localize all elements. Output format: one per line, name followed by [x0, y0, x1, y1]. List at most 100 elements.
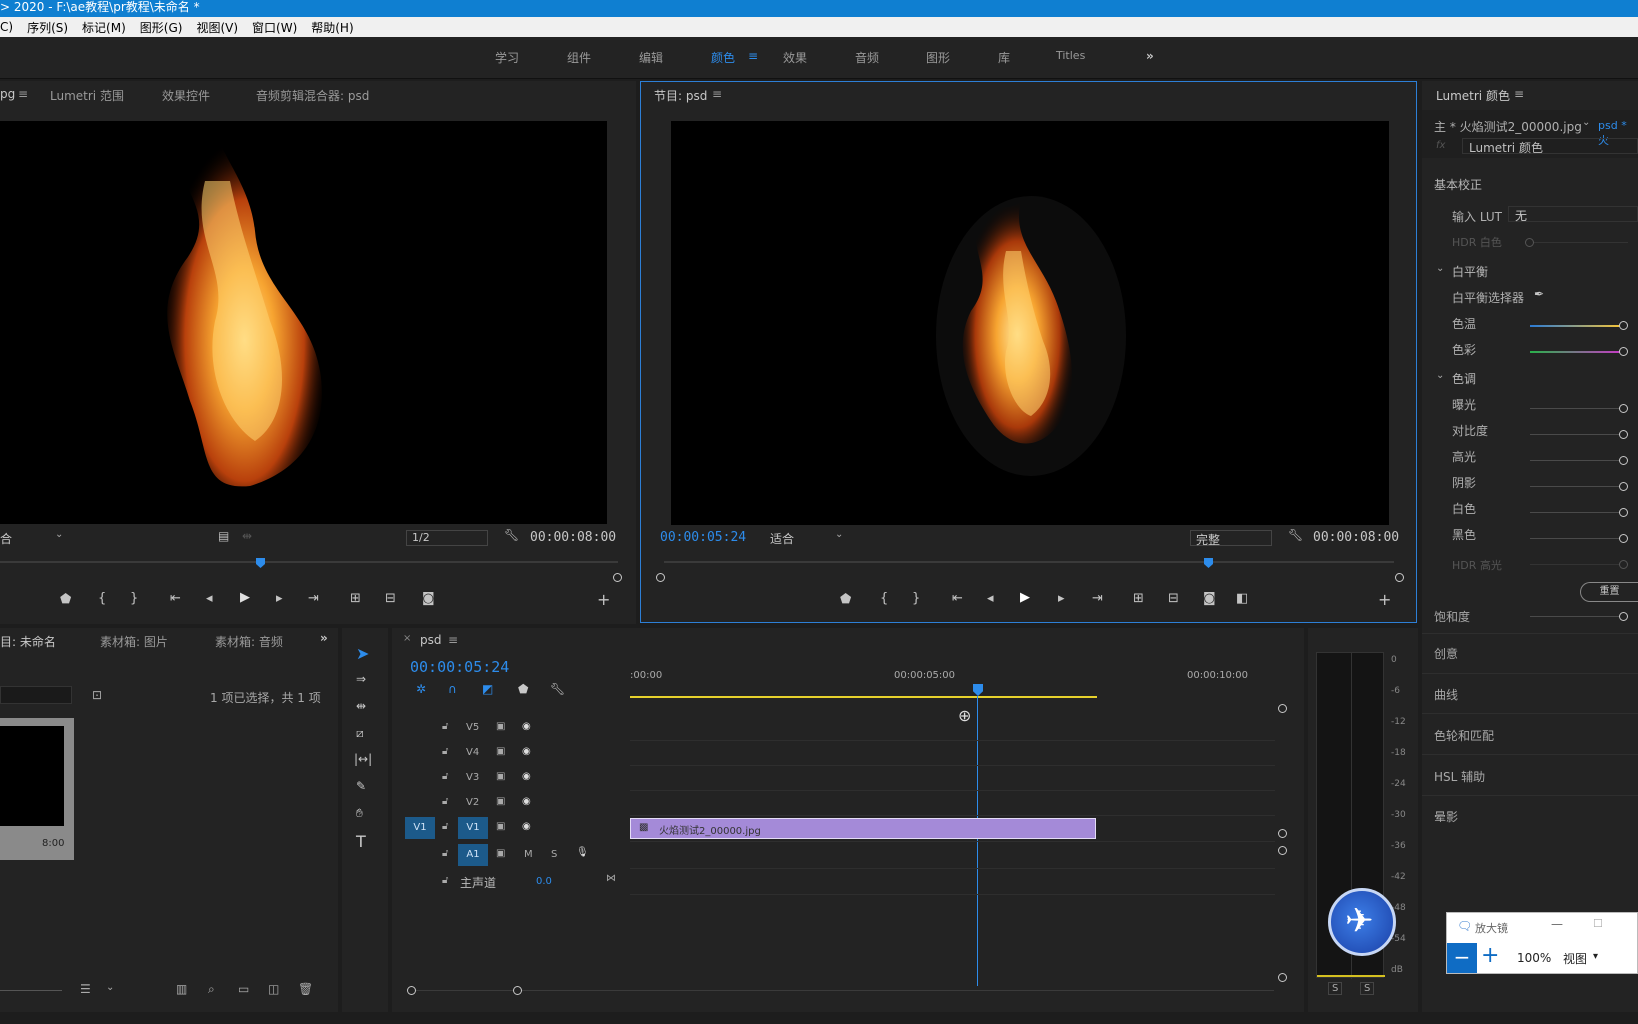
source-patch-v1[interactable]: V1 — [405, 817, 435, 839]
new-bin-icon[interactable]: ▭ — [238, 982, 249, 996]
vertical-scroll-knob[interactable] — [1278, 973, 1287, 982]
track-target-v1[interactable]: V1 — [458, 817, 488, 839]
tab-project[interactable]: 目: 未命名 — [0, 633, 56, 650]
source-quality-select[interactable]: 1/2 — [406, 530, 488, 546]
menu-item[interactable]: 标记(M) — [82, 19, 126, 36]
contrast-slider[interactable] — [1530, 434, 1620, 435]
track-select-icon[interactable]: ⇒ — [356, 672, 366, 686]
add-marker-icon[interactable]: ⬟ — [518, 682, 528, 696]
ws-editing[interactable]: 编辑 — [639, 49, 663, 66]
chevron-down-icon[interactable]: ⌄ — [1436, 263, 1444, 274]
tab-source[interactable]: pg — [0, 87, 15, 101]
exposure-slider[interactable] — [1530, 408, 1620, 409]
program-quality-select[interactable]: 完整 — [1190, 530, 1272, 547]
blacks-knob[interactable] — [1619, 534, 1628, 543]
step-forward-icon[interactable]: ▸ — [1058, 591, 1065, 606]
lock-icon[interactable]: 🔓︎ — [442, 796, 448, 807]
temperature-slider[interactable] — [1530, 325, 1620, 327]
overflow-icon[interactable]: » — [320, 631, 328, 645]
horizontal-scrollbar[interactable] — [410, 990, 1274, 991]
go-to-in-icon[interactable]: ⇤ — [170, 591, 181, 606]
menu-item[interactable]: C) — [0, 20, 13, 34]
tint-knob[interactable] — [1619, 347, 1628, 356]
lock-icon[interactable]: 🔓︎ — [442, 848, 448, 859]
program-scrubber[interactable] — [664, 561, 1394, 563]
whites-slider[interactable] — [1530, 512, 1620, 513]
maximize-icon[interactable]: ☐ — [1593, 917, 1603, 930]
lock-icon[interactable]: 🔓︎ — [442, 821, 448, 832]
eyedropper-icon[interactable]: ✒ — [1534, 287, 1544, 301]
saturation-knob[interactable] — [1619, 612, 1628, 621]
menu-item[interactable]: 窗口(W) — [252, 19, 297, 36]
timeline-tab[interactable]: psd — [420, 633, 442, 647]
add-button-icon[interactable]: + — [597, 590, 610, 609]
tone-section[interactable]: 色调 — [1452, 370, 1476, 387]
step-back-icon[interactable]: ◂ — [206, 591, 213, 606]
new-bin-from-search-icon[interactable]: ⊡ — [92, 688, 102, 702]
highlights-slider[interactable] — [1530, 460, 1620, 461]
temperature-knob[interactable] — [1619, 321, 1628, 330]
reset-button[interactable]: 重置 — [1580, 582, 1638, 602]
sync-icon[interactable]: ▣ — [496, 796, 505, 807]
ws-learn[interactable]: 学习 — [495, 49, 519, 66]
find-icon[interactable]: ⌕ — [208, 982, 215, 997]
ws-graphics[interactable]: 图形 — [926, 49, 950, 66]
source-scrubber[interactable] — [0, 561, 618, 563]
sync-icon[interactable]: ▣ — [496, 821, 505, 832]
master-volume-value[interactable]: 0.0 — [536, 876, 552, 887]
zoom-out-button[interactable]: − — [1447, 943, 1477, 973]
exposure-knob[interactable] — [1619, 404, 1628, 413]
tab-bin-audio[interactable]: 素材箱: 音频 — [215, 633, 283, 650]
ws-overflow-icon[interactable]: » — [1146, 49, 1154, 63]
menu-item[interactable]: 图形(G) — [140, 19, 183, 36]
tab-menu-icon[interactable]: ≡ — [448, 633, 458, 647]
hdr-white-slider[interactable] — [1530, 242, 1628, 243]
mark-out-icon[interactable]: } — [130, 591, 138, 606]
wrench-icon[interactable]: 🔧︎ — [504, 528, 519, 542]
razor-icon[interactable]: ⧄ — [356, 726, 364, 741]
pen-icon[interactable]: ✎ — [356, 779, 366, 793]
tab-audio-clip-mixer[interactable]: 音频剪辑混合器: psd — [256, 87, 369, 104]
section-color-wheels[interactable]: 色轮和匹配 — [1434, 727, 1494, 744]
timeline-timecode[interactable]: 00:00:05:24 — [410, 658, 509, 676]
linked-selection-icon[interactable]: ◩ — [482, 682, 493, 696]
ws-titles[interactable]: Titles — [1056, 49, 1085, 62]
ws-menu-icon[interactable]: ≡ — [748, 49, 758, 63]
tab-bin-images[interactable]: 素材箱: 图片 — [100, 633, 168, 650]
solo-button[interactable]: S — [551, 849, 557, 860]
tab-effect-controls[interactable]: 效果控件 — [162, 87, 210, 104]
extract-icon[interactable]: ⊟ — [1168, 591, 1179, 606]
comparison-view-icon[interactable]: ◧ — [1236, 591, 1248, 606]
lumetri-title[interactable]: Lumetri 颜色 — [1436, 87, 1510, 104]
microphone-icon[interactable]: 🎙︎ — [576, 847, 589, 858]
vertical-scroll-knob[interactable] — [1278, 704, 1287, 713]
mute-button[interactable]: M — [524, 849, 533, 860]
play-icon[interactable]: ▶ — [240, 590, 250, 605]
chevron-down-icon[interactable]: ⌄ — [1436, 370, 1444, 381]
program-current-timecode[interactable]: 00:00:05:24 — [660, 530, 746, 545]
view-menu-button[interactable]: 视图 — [1563, 950, 1587, 967]
shadows-slider[interactable] — [1530, 486, 1620, 487]
input-lut-select[interactable]: 无 — [1508, 206, 1638, 223]
hand-icon[interactable]: ✋︎ — [356, 806, 363, 821]
saturation-slider[interactable] — [1530, 616, 1620, 617]
hdr-specular-slider[interactable] — [1530, 564, 1620, 565]
add-marker-icon[interactable]: ⬟ — [840, 592, 851, 607]
menu-item[interactable]: 序列(S) — [27, 19, 68, 36]
ws-audio[interactable]: 音频 — [855, 49, 879, 66]
timeline-clip[interactable]: ▩ 火焰测试2_00000.jpg — [630, 818, 1096, 839]
minimize-icon[interactable]: — — [1551, 917, 1563, 931]
white-balance-section[interactable]: 白平衡 — [1452, 263, 1488, 280]
nest-icon[interactable]: ✲ — [416, 682, 426, 696]
tab-menu-icon[interactable]: ≡ — [18, 87, 28, 101]
overwrite-clip-icon[interactable]: ⊟ — [385, 591, 396, 606]
lock-icon[interactable]: 🔓︎ — [442, 721, 448, 732]
safe-margin-icon[interactable]: ▤ — [218, 529, 229, 543]
sync-icon[interactable]: ▣ — [496, 746, 505, 757]
program-video-frame[interactable] — [671, 121, 1389, 525]
ws-color[interactable]: 颜色 — [711, 49, 735, 66]
lock-icon[interactable]: 🔓︎ — [442, 771, 448, 782]
eye-icon[interactable]: ◉ — [522, 821, 531, 832]
master-clip-label[interactable]: 主 * 火焰测试2_00000.jpg — [1434, 118, 1582, 135]
program-zoom-handle-left[interactable] — [656, 573, 665, 582]
